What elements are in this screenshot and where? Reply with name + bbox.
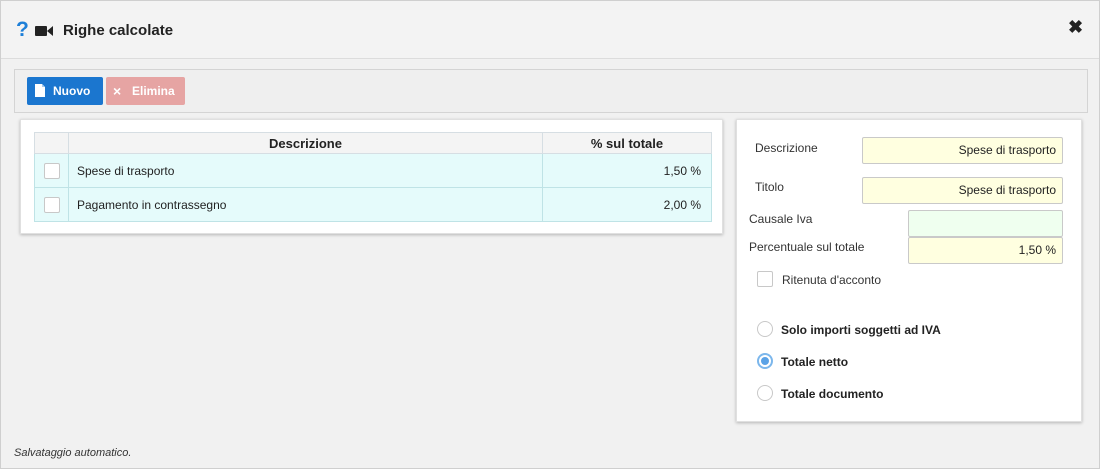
window-title: Righe calcolate (63, 22, 174, 39)
row-select-cell (34, 187, 69, 222)
radio-solo-importi[interactable] (757, 321, 773, 337)
ritenuta-checkbox[interactable] (757, 271, 773, 287)
header-select-cell (34, 132, 69, 154)
descrizione-field[interactable]: Spese di trasporto (862, 137, 1063, 164)
row-description: Spese di trasporto (68, 153, 543, 188)
row-description: Pagamento in contrassegno (68, 187, 543, 222)
new-button-label: Nuovo (53, 84, 91, 98)
video-icon[interactable] (35, 25, 53, 37)
table-header-row: Descrizione % sul totale (34, 132, 712, 154)
radio-totale-netto-label: Totale netto (781, 355, 849, 369)
radio-solo-importi-label: Solo importi soggetti ad IVA (781, 323, 941, 337)
radio-totale-documento-label: Totale documento (781, 387, 884, 401)
table-row[interactable]: Spese di trasporto 1,50 % (34, 153, 712, 188)
close-icon[interactable]: ✖ (1068, 17, 1083, 37)
ritenuta-label: Ritenuta d'acconto (782, 273, 882, 287)
delete-button-label: Elimina (132, 84, 175, 98)
column-header-description[interactable]: Descrizione (68, 132, 543, 154)
titolo-field[interactable]: Spese di trasporto (862, 177, 1063, 204)
help-icon[interactable]: ? (16, 18, 29, 42)
new-button[interactable]: Nuovo (27, 77, 103, 105)
toolbar: Nuovo × Elimina (14, 69, 1088, 113)
row-checkbox[interactable] (43, 196, 60, 213)
document-icon (35, 84, 45, 97)
list-panel: Descrizione % sul totale Spese di traspo… (20, 119, 723, 234)
status-text: Salvataggio automatico. (14, 447, 132, 459)
row-checkbox[interactable] (43, 162, 60, 179)
calculated-rows-table: Descrizione % sul totale Spese di traspo… (34, 132, 712, 222)
percentuale-label: Percentuale sul totale (749, 240, 865, 254)
titolo-label: Titolo (755, 180, 784, 194)
radio-totale-documento[interactable] (757, 385, 773, 401)
table-row[interactable]: Pagamento in contrassegno 2,00 % (34, 187, 712, 222)
row-select-cell (34, 153, 69, 188)
row-percent: 1,50 % (542, 153, 712, 188)
row-percent: 2,00 % (542, 187, 712, 222)
percentuale-field[interactable]: 1,50 % (908, 237, 1063, 264)
delete-button[interactable]: × Elimina (106, 77, 185, 105)
causale-iva-field[interactable] (908, 210, 1063, 237)
window: ? Righe calcolate ✖ Nuovo × Elimina Desc… (0, 0, 1100, 469)
radio-totale-netto[interactable] (757, 353, 773, 369)
detail-panel: Descrizione Spese di trasporto Titolo Sp… (736, 119, 1082, 422)
descrizione-label: Descrizione (755, 141, 818, 155)
x-icon: × (113, 83, 122, 99)
title-bar: ? Righe calcolate ✖ (1, 1, 1099, 59)
causale-iva-label: Causale Iva (749, 212, 813, 226)
column-header-percent[interactable]: % sul totale (542, 132, 712, 154)
